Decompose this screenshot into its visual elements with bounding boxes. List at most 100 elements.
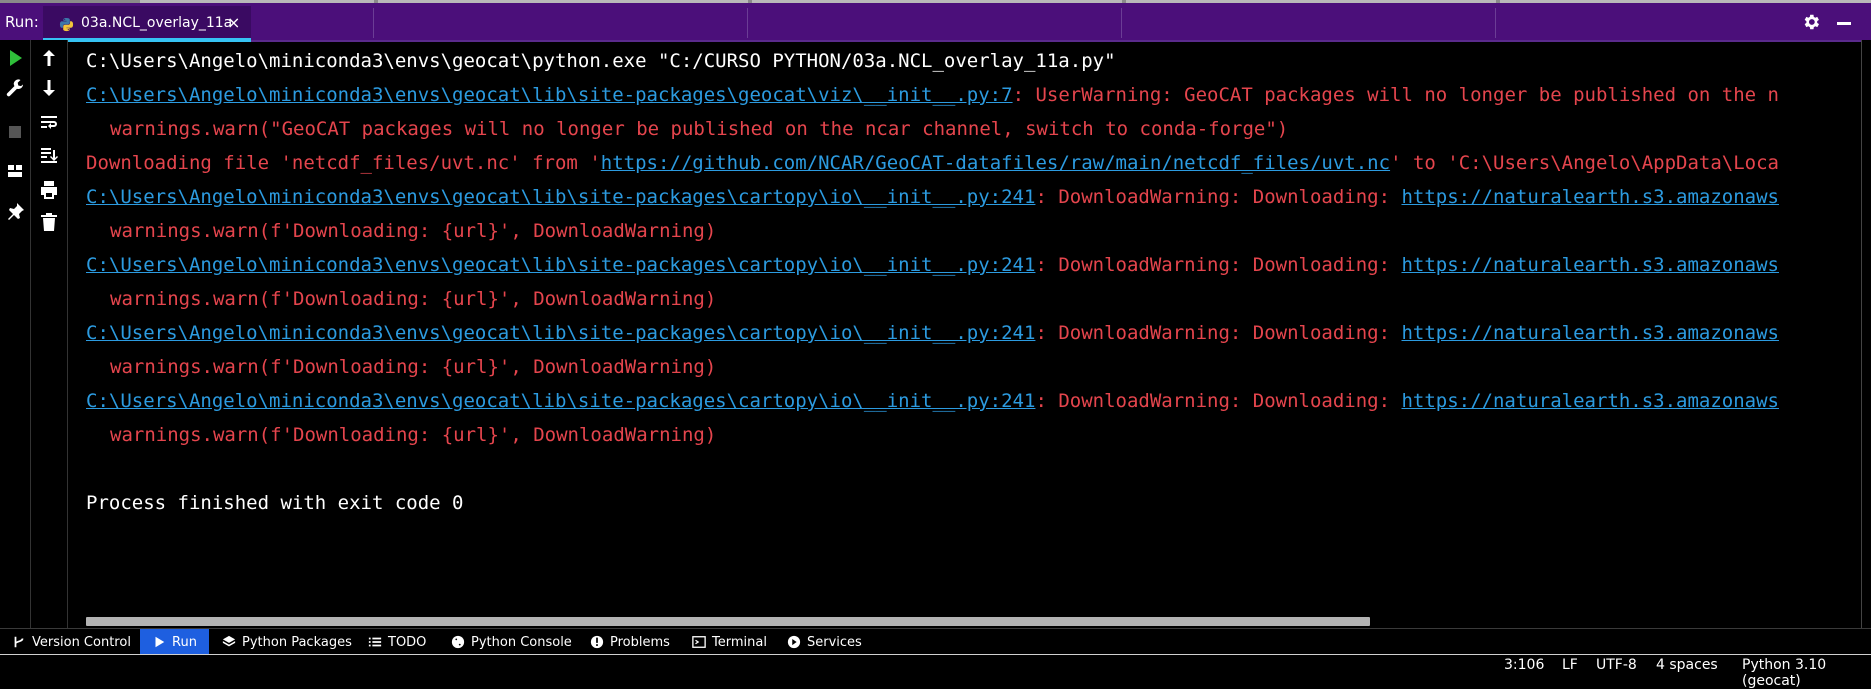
- console-line: C:\Users\Angelo\miniconda3\envs\geocat\p…: [86, 44, 1861, 78]
- console-line: warnings.warn("GeoCAT packages will no l…: [86, 112, 1861, 146]
- trash-icon: [41, 213, 57, 231]
- scroll-to-end-button[interactable]: [37, 143, 61, 167]
- console-link[interactable]: C:\Users\Angelo\miniconda3\envs\geocat\l…: [86, 84, 1013, 106]
- gear-icon[interactable]: [1801, 12, 1821, 32]
- scroll-down-button[interactable]: [37, 76, 61, 100]
- python-file-icon: [59, 17, 74, 32]
- list-icon: [368, 637, 382, 647]
- tab-label: Version Control: [32, 634, 131, 650]
- services-icon: [787, 635, 801, 649]
- python-interpreter[interactable]: Python 3.10 (geocat): [1742, 657, 1871, 689]
- rerun-button[interactable]: [3, 46, 27, 70]
- console-text: C:\Users\Angelo\miniconda3\envs\geocat\p…: [86, 50, 1116, 72]
- console-output[interactable]: C:\Users\Angelo\miniconda3\envs\geocat\p…: [86, 44, 1861, 604]
- minimize-icon[interactable]: [1837, 22, 1851, 25]
- console-line: C:\Users\Angelo\miniconda3\envs\geocat\l…: [86, 316, 1861, 350]
- pin-icon: [8, 203, 24, 220]
- console-text: warnings.warn(f'Downloading: {url}', Dow…: [110, 356, 717, 378]
- console-toolbar: [31, 40, 68, 628]
- console-line: C:\Users\Angelo\miniconda3\envs\geocat\l…: [86, 78, 1861, 112]
- vertical-scrollbar-track[interactable]: [1861, 40, 1871, 628]
- run-tab[interactable]: 03a.NCL_overlay_11a ×: [43, 6, 251, 42]
- close-tab-icon[interactable]: ×: [227, 13, 240, 32]
- bottom-tool-window-bar: Version Control Run Python Packages TODO…: [0, 628, 1871, 655]
- alert-icon: [590, 635, 604, 649]
- layout-button[interactable]: [3, 159, 27, 183]
- console-line: C:\Users\Angelo\miniconda3\envs\geocat\l…: [86, 384, 1861, 418]
- console-link[interactable]: C:\Users\Angelo\miniconda3\envs\geocat\l…: [86, 322, 1035, 344]
- console-text: warnings.warn(f'Downloading: {url}', Dow…: [110, 288, 717, 310]
- header-divider: [1121, 8, 1122, 38]
- print-button[interactable]: [37, 178, 61, 202]
- status-bar: 3:106 LF UTF-8 4 spaces Python 3.10 (geo…: [0, 654, 1871, 689]
- console-link[interactable]: C:\Users\Angelo\miniconda3\envs\geocat\l…: [86, 390, 1035, 412]
- tab-label: Terminal: [712, 634, 767, 650]
- run-label: Run:: [5, 13, 39, 31]
- stop-icon: [9, 126, 21, 138]
- console-text: : DownloadWarning: Downloading:: [1035, 186, 1402, 208]
- python-icon: [451, 635, 465, 649]
- header-divider: [373, 8, 374, 38]
- console-link[interactable]: https://naturalearth.s3.amazonaws: [1401, 390, 1779, 412]
- header-divider: [747, 8, 748, 38]
- tab-todo[interactable]: TODO: [368, 629, 426, 655]
- console-line: Process finished with exit code 0: [86, 486, 1861, 520]
- console-line: C:\Users\Angelo\miniconda3\envs\geocat\l…: [86, 248, 1861, 282]
- horizontal-scrollbar[interactable]: [86, 617, 1370, 626]
- tab-label: Services: [807, 634, 862, 650]
- active-tab-underline: [43, 38, 251, 42]
- stop-button[interactable]: [3, 120, 27, 144]
- arrow-up-icon: [43, 50, 55, 66]
- console-text: Process finished with exit code 0: [86, 492, 464, 514]
- soft-wrap-button[interactable]: [37, 110, 61, 134]
- scroll-to-end-icon: [41, 148, 58, 163]
- file-encoding[interactable]: UTF-8: [1596, 657, 1637, 673]
- soft-wrap-icon: [41, 116, 57, 129]
- layout-icon: [8, 165, 22, 177]
- arrow-down-icon: [43, 80, 55, 96]
- tab-label: Python Console: [471, 634, 572, 650]
- console-link[interactable]: https://naturalearth.s3.amazonaws: [1401, 254, 1779, 276]
- header-divider: [1495, 8, 1496, 38]
- console-text: Downloading file 'netcdf_files/uvt.nc' f…: [86, 152, 601, 174]
- scroll-up-button[interactable]: [37, 46, 61, 70]
- run-tab-label: 03a.NCL_overlay_11a: [81, 15, 233, 31]
- print-icon: [41, 181, 57, 199]
- console-text: warnings.warn("GeoCAT packages will no l…: [110, 118, 1289, 140]
- console-line: warnings.warn(f'Downloading: {url}', Dow…: [86, 214, 1861, 248]
- tab-label: Problems: [610, 634, 670, 650]
- indent-setting[interactable]: 4 spaces: [1656, 657, 1718, 673]
- console-link[interactable]: https://naturalearth.s3.amazonaws: [1401, 322, 1779, 344]
- console-text: warnings.warn(f'Downloading: {url}', Dow…: [110, 220, 717, 242]
- tab-version-control[interactable]: Version Control: [12, 629, 131, 655]
- pin-tab-button[interactable]: [3, 200, 27, 224]
- console-text: : DownloadWarning: Downloading:: [1035, 390, 1402, 412]
- console-link[interactable]: C:\Users\Angelo\miniconda3\envs\geocat\l…: [86, 254, 1035, 276]
- tab-python-packages[interactable]: Python Packages: [222, 629, 352, 655]
- console-line: C:\Users\Angelo\miniconda3\envs\geocat\l…: [86, 180, 1861, 214]
- tab-problems[interactable]: Problems: [590, 629, 670, 655]
- console-text: : DownloadWarning: Downloading:: [1035, 322, 1402, 344]
- console-text: : UserWarning: GeoCAT packages will no l…: [1012, 84, 1779, 106]
- tab-services[interactable]: Services: [787, 629, 862, 655]
- tab-python-console[interactable]: Python Console: [451, 629, 572, 655]
- clear-all-button[interactable]: [37, 210, 61, 234]
- tab-label: TODO: [388, 634, 427, 650]
- console-line: warnings.warn(f'Downloading: {url}', Dow…: [86, 350, 1861, 384]
- play-icon: [10, 50, 22, 66]
- tab-terminal[interactable]: Terminal: [692, 629, 767, 655]
- console-text: ' to 'C:\Users\Angelo\AppData\Loca: [1390, 152, 1779, 174]
- layers-icon: [222, 635, 236, 647]
- tab-label: Python Packages: [242, 634, 352, 650]
- console-link[interactable]: https://naturalearth.s3.amazonaws: [1401, 186, 1779, 208]
- caret-position[interactable]: 3:106: [1504, 657, 1544, 673]
- tab-run[interactable]: Run: [140, 629, 209, 655]
- line-separator[interactable]: LF: [1562, 657, 1578, 673]
- modify-run-config-button[interactable]: [3, 78, 27, 102]
- console-line: warnings.warn(f'Downloading: {url}', Dow…: [86, 418, 1861, 452]
- wrench-icon: [6, 79, 23, 97]
- console-link[interactable]: https://github.com/NCAR/GeoCAT-datafiles…: [601, 152, 1390, 174]
- console-text: : DownloadWarning: Downloading:: [1035, 254, 1402, 276]
- console-link[interactable]: C:\Users\Angelo\miniconda3\envs\geocat\l…: [86, 186, 1035, 208]
